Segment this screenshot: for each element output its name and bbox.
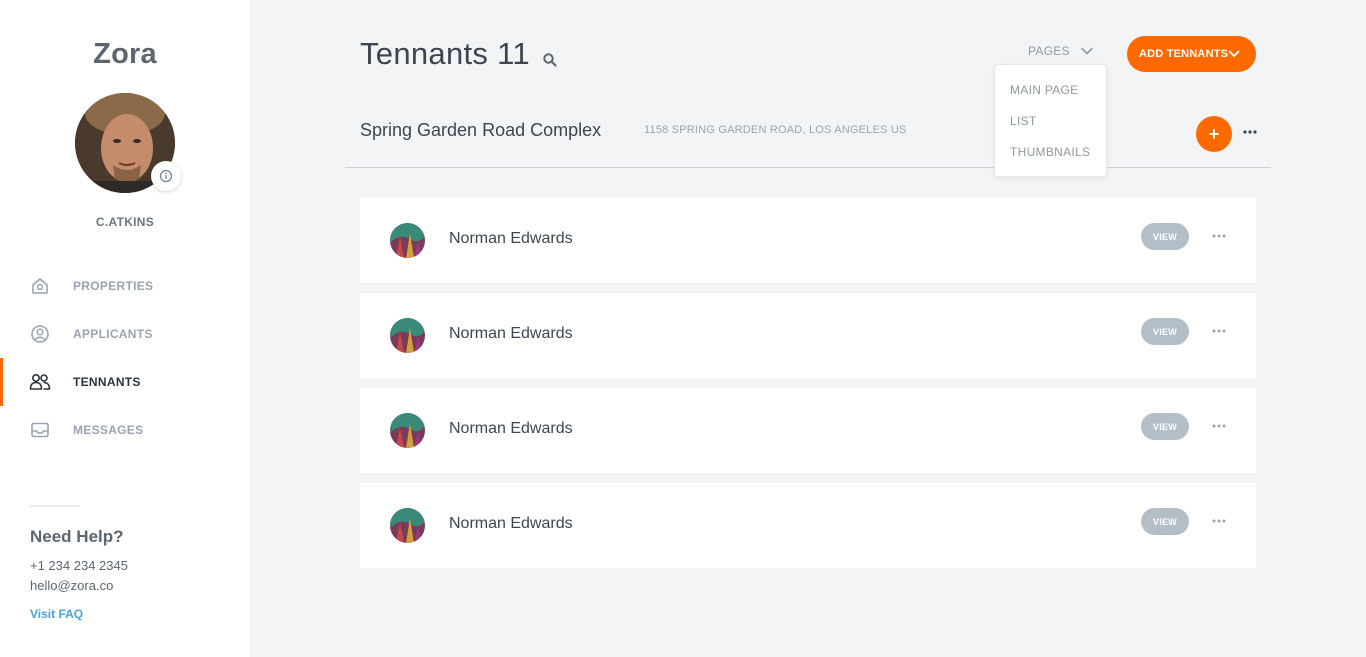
view-button[interactable]: VIEW (1141, 318, 1189, 345)
tenant-list: Norman Edwards VIEW Norman Edwards VIEW … (360, 198, 1256, 578)
tenant-avatar[interactable] (390, 413, 425, 448)
view-button[interactable]: VIEW (1141, 223, 1189, 250)
header-divider (345, 167, 1271, 168)
tenant-avatar[interactable] (390, 223, 425, 258)
menu-item-list[interactable]: LIST (1010, 114, 1037, 128)
users-icon (29, 371, 51, 393)
tenant-name[interactable]: Norman Edwards (449, 230, 573, 248)
profile-avatar-wrap (75, 93, 181, 193)
tenant-row: Norman Edwards VIEW (360, 198, 1256, 283)
pages-label: PAGES (1028, 44, 1070, 58)
help-title: Need Help? (30, 527, 124, 546)
add-tenant-plus-button[interactable]: + (1196, 116, 1232, 152)
menu-item-main-page[interactable]: MAIN PAGE (1010, 83, 1079, 97)
home-icon (29, 275, 51, 297)
tenant-name[interactable]: Norman Edwards (449, 420, 573, 438)
page-title: Tennants 11 (360, 36, 530, 71)
tenant-avatar[interactable] (390, 508, 425, 543)
pages-dropdown-menu: MAIN PAGE LIST THUMBNAILS (994, 64, 1107, 177)
sidebar-item-tennants[interactable]: TENNANTS (0, 358, 250, 406)
pages-dropdown-toggle[interactable]: PAGES (1028, 44, 1094, 58)
sidebar-item-properties[interactable]: PROPERTIES (0, 262, 250, 310)
menu-item-thumbnails[interactable]: THUMBNAILS (1010, 145, 1090, 159)
user-circle-icon (29, 323, 51, 345)
tenant-name[interactable]: Norman Edwards (449, 325, 573, 343)
more-options-icon[interactable] (1242, 124, 1258, 140)
help-divider (30, 505, 80, 507)
more-options-icon[interactable] (1211, 418, 1227, 434)
complex-address: 1158 SPRING GARDEN ROAD, LOS ANGELES US (644, 124, 907, 136)
tenant-avatar[interactable] (390, 318, 425, 353)
tenant-row: Norman Edwards VIEW (360, 293, 1256, 378)
sidebar-item-label: PROPERTIES (73, 279, 154, 293)
tenant-row: Norman Edwards VIEW (360, 483, 1256, 568)
add-tennants-button[interactable]: ADD TENNANTS (1127, 36, 1256, 72)
add-tennants-label: ADD TENNANTS (1139, 48, 1229, 60)
help-email: hello@zora.co (30, 578, 114, 593)
sidebar-item-label: APPLICANTS (73, 327, 153, 341)
tenant-row: Norman Edwards VIEW (360, 388, 1256, 473)
more-options-icon[interactable] (1211, 323, 1227, 339)
chevron-down-icon (1080, 44, 1094, 58)
sidebar-item-messages[interactable]: MESSAGES (0, 406, 250, 454)
username: C.ATKINS (95, 215, 155, 229)
tenant-name[interactable]: Norman Edwards (449, 515, 573, 533)
chevron-down-icon (1227, 47, 1241, 61)
sidebar-item-label: MESSAGES (73, 423, 144, 437)
view-button[interactable]: VIEW (1141, 413, 1189, 440)
profile-info-badge[interactable] (151, 161, 181, 191)
complex-name: Spring Garden Road Complex (360, 120, 602, 140)
sidebar-item-applicants[interactable]: APPLICANTS (0, 310, 250, 358)
help-phone: +1 234 234 2345 (30, 558, 128, 573)
sidebar-item-label: TENNANTS (73, 375, 141, 389)
sidebar-nav: PROPERTIES APPLICANTS TENNANTS MESSAGES (0, 262, 250, 454)
inbox-icon (29, 419, 51, 441)
sidebar: Zora C.ATKINS PROPERTIES APPLICANTS TENN… (0, 0, 250, 657)
visit-faq-link[interactable]: Visit FAQ (30, 607, 83, 621)
view-button[interactable]: VIEW (1141, 508, 1189, 535)
more-options-icon[interactable] (1211, 228, 1227, 244)
more-options-icon[interactable] (1211, 513, 1227, 529)
search-icon[interactable] (542, 52, 558, 68)
info-icon (159, 169, 173, 183)
brand-logo[interactable]: Zora (0, 38, 250, 71)
